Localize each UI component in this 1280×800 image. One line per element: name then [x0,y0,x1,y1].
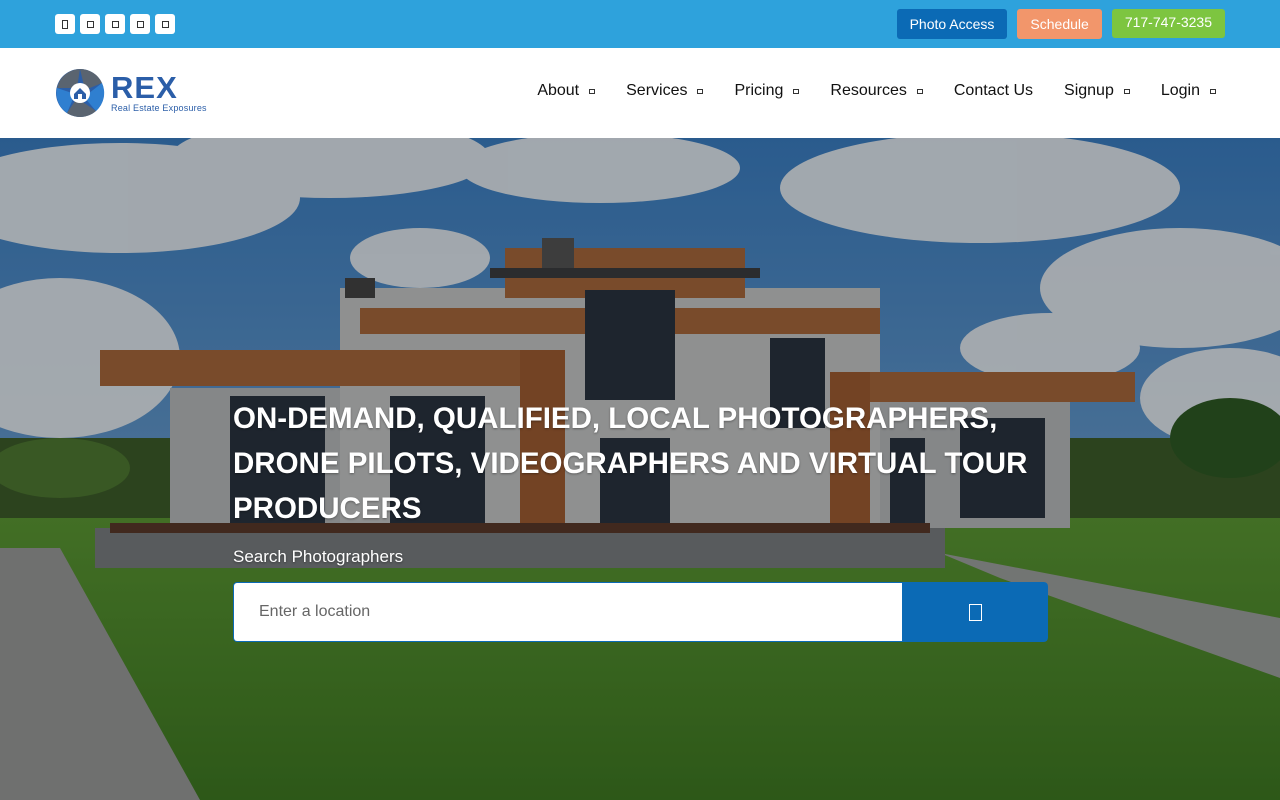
nav-item-label: Contact Us [953,82,1034,99]
hero-headline: ON-DEMAND, QUALIFIED, LOCAL PHOTOGRAPHER… [233,402,1028,525]
phone-button[interactable]: 717-747-3235 [1111,9,1225,38]
instagram-icon[interactable] [105,14,125,34]
twitter-icon[interactable] [80,14,100,34]
social-links [55,14,175,34]
logo-text: REX Real Estate Exposures [111,70,207,113]
logo-tagline: Real Estate Exposures [111,103,207,113]
nav-item-label: Signup [1064,82,1114,99]
nav-item-contact-us[interactable]: Contact Us [954,82,1033,100]
nav-item-label: Services [626,82,688,99]
hero-section: ON-DEMAND, QUALIFIED, LOCAL PHOTOGRAPHER… [0,138,1280,800]
location-search-input[interactable] [233,582,902,642]
top-actions: Photo Access Schedule 717-747-3235 [896,9,1225,39]
youtube-icon[interactable] [155,14,175,34]
linkedin-icon[interactable] [130,14,150,34]
schedule-button[interactable]: Schedule [1017,9,1102,39]
nav-item-signup[interactable]: Signup [1064,82,1130,100]
nav-item-about[interactable]: About [537,82,596,100]
search-button[interactable] [902,582,1048,642]
chevron-down-icon [589,88,596,94]
nav-item-resources[interactable]: Resources [830,82,923,100]
top-bar: Photo Access Schedule 717-747-3235 [0,0,1280,48]
aperture-logo-icon [55,68,105,118]
search-bar [233,582,1048,642]
chevron-down-icon [1210,88,1216,94]
nav-item-label: Resources [830,82,907,99]
main-nav: About Services Pricing Resources Contact… [506,82,1216,100]
chevron-down-icon [916,88,923,94]
nav-item-label: Login [1160,82,1200,99]
nav-item-services[interactable]: Services [626,82,704,100]
nav-item-pricing[interactable]: Pricing [734,82,800,100]
nav-item-label: About [537,82,580,99]
chevron-down-icon [1123,88,1130,94]
search-label: Search Photographers [233,547,404,566]
chevron-down-icon [793,88,800,94]
chevron-down-icon [697,88,704,94]
facebook-icon[interactable] [55,14,75,34]
site-header: REX Real Estate Exposures About Services… [0,48,1280,138]
logo-wordmark: REX [111,70,178,105]
photo-access-button[interactable]: Photo Access [896,9,1008,39]
search-icon [968,603,982,621]
logo[interactable]: REX Real Estate Exposures [55,68,225,118]
nav-item-label: Pricing [734,82,784,99]
nav-item-login[interactable]: Login [1161,82,1216,100]
